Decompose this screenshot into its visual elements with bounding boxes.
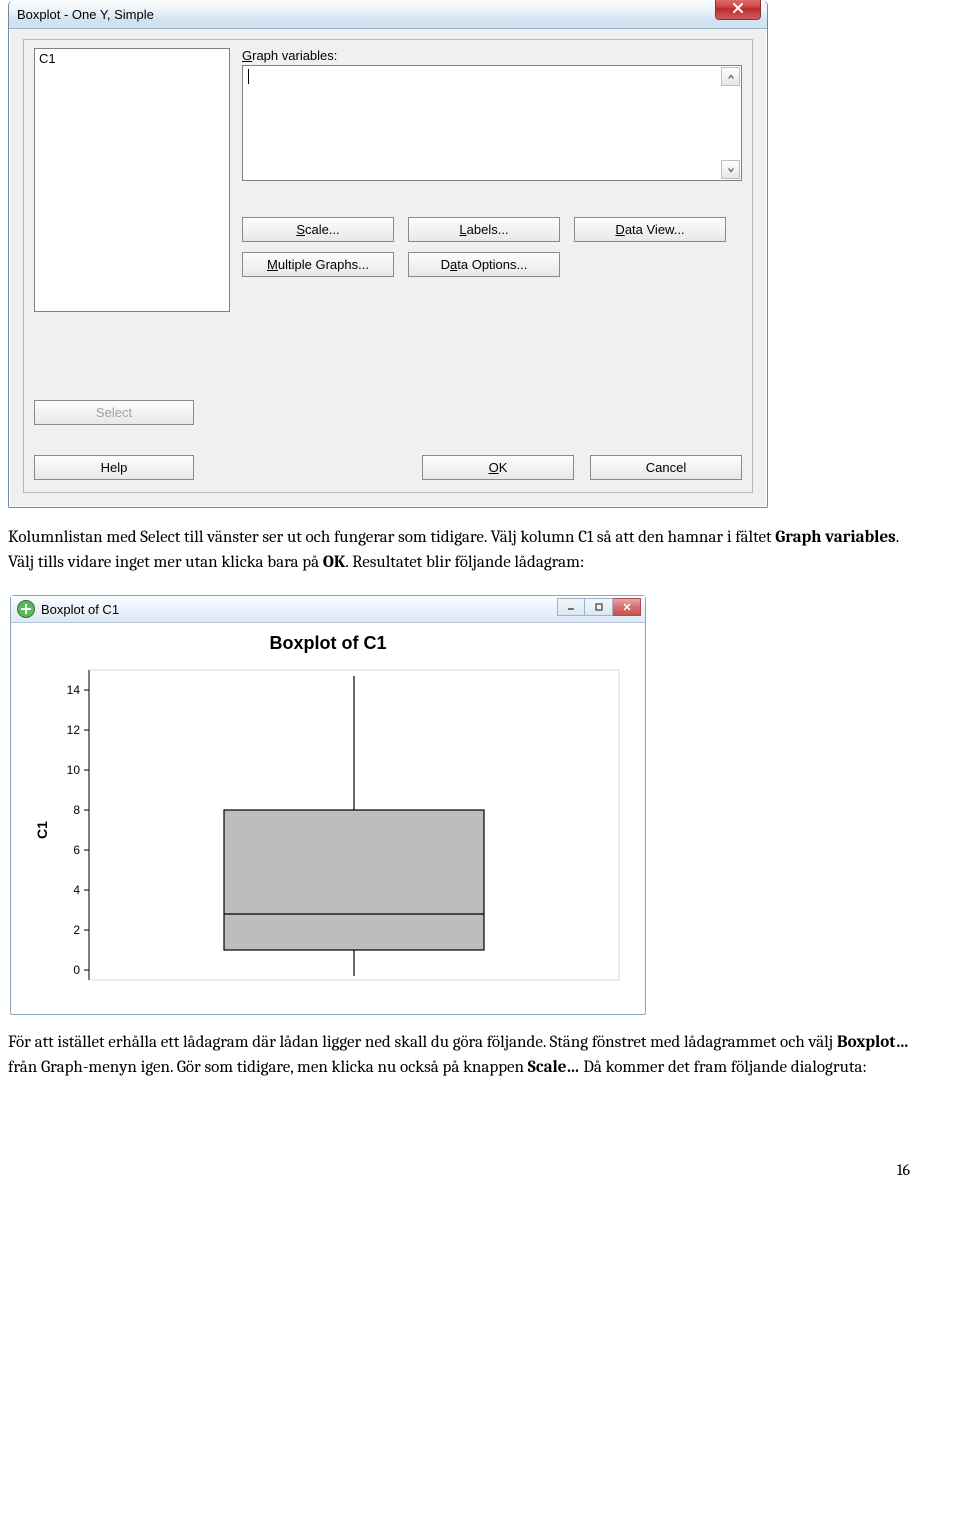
dialog-title: Boxplot - One Y, Simple bbox=[17, 7, 154, 22]
column-listbox[interactable]: C1 bbox=[34, 48, 230, 312]
help-button[interactable]: Help bbox=[34, 455, 194, 480]
svg-text:8: 8 bbox=[73, 803, 80, 817]
scale-button[interactable]: Scale... bbox=[242, 217, 394, 242]
graph-variables-label: Graph variables: bbox=[242, 48, 742, 63]
svg-text:2: 2 bbox=[73, 923, 80, 937]
minimize-button[interactable] bbox=[557, 598, 585, 616]
select-button[interactable]: Select bbox=[34, 400, 194, 425]
close-icon bbox=[622, 602, 632, 612]
chevron-up-icon bbox=[727, 73, 735, 81]
chart-titlebar: Boxplot of C1 bbox=[11, 596, 645, 623]
text-caret bbox=[248, 69, 249, 84]
list-item[interactable]: C1 bbox=[39, 51, 225, 66]
y-axis-label: C1 bbox=[34, 821, 50, 839]
chart-title: Boxplot of C1 bbox=[23, 633, 633, 654]
boxplot-chart: 0 2 4 6 8 10 12 14 C1 bbox=[29, 660, 629, 1000]
cancel-button[interactable]: Cancel bbox=[590, 455, 742, 480]
close-button[interactable] bbox=[715, 0, 761, 20]
maximize-button[interactable] bbox=[585, 598, 613, 616]
graph-variables-input[interactable] bbox=[242, 65, 742, 181]
ok-button[interactable]: OK bbox=[422, 455, 574, 480]
scroll-down-button[interactable] bbox=[721, 160, 740, 179]
svg-text:14: 14 bbox=[67, 683, 81, 697]
minitab-plus-icon bbox=[17, 600, 35, 618]
labels-button[interactable]: Labels... bbox=[408, 217, 560, 242]
minimize-icon bbox=[566, 602, 576, 612]
svg-text:6: 6 bbox=[73, 843, 80, 857]
maximize-icon bbox=[594, 602, 604, 612]
chart-close-button[interactable] bbox=[613, 598, 641, 616]
titlebar: Boxplot - One Y, Simple bbox=[9, 0, 767, 29]
close-icon bbox=[732, 2, 744, 14]
svg-text:10: 10 bbox=[67, 763, 81, 777]
svg-text:4: 4 bbox=[73, 883, 80, 897]
body-paragraph: Kolumnlistan med Select till vänster ser… bbox=[8, 526, 918, 575]
page-number: 16 bbox=[8, 1161, 930, 1179]
scroll-up-button[interactable] bbox=[721, 67, 740, 86]
svg-text:12: 12 bbox=[67, 723, 81, 737]
chart-window-title: Boxplot of C1 bbox=[41, 602, 119, 617]
boxplot-chart-window: Boxplot of C1 Boxplot of C1 0 2 4 6 8 10 12 14 … bbox=[10, 595, 646, 1015]
multiple-graphs-button[interactable]: Multiple Graphs... bbox=[242, 252, 394, 277]
chevron-down-icon bbox=[727, 166, 735, 174]
body-paragraph: För att istället erhålla ett lådagram dä… bbox=[8, 1031, 918, 1080]
data-options-button[interactable]: Data Options... bbox=[408, 252, 560, 277]
boxplot-dialog: Boxplot - One Y, Simple C1 Graph variabl… bbox=[8, 0, 768, 508]
data-view-button[interactable]: Data View... bbox=[574, 217, 726, 242]
svg-text:0: 0 bbox=[73, 963, 80, 977]
